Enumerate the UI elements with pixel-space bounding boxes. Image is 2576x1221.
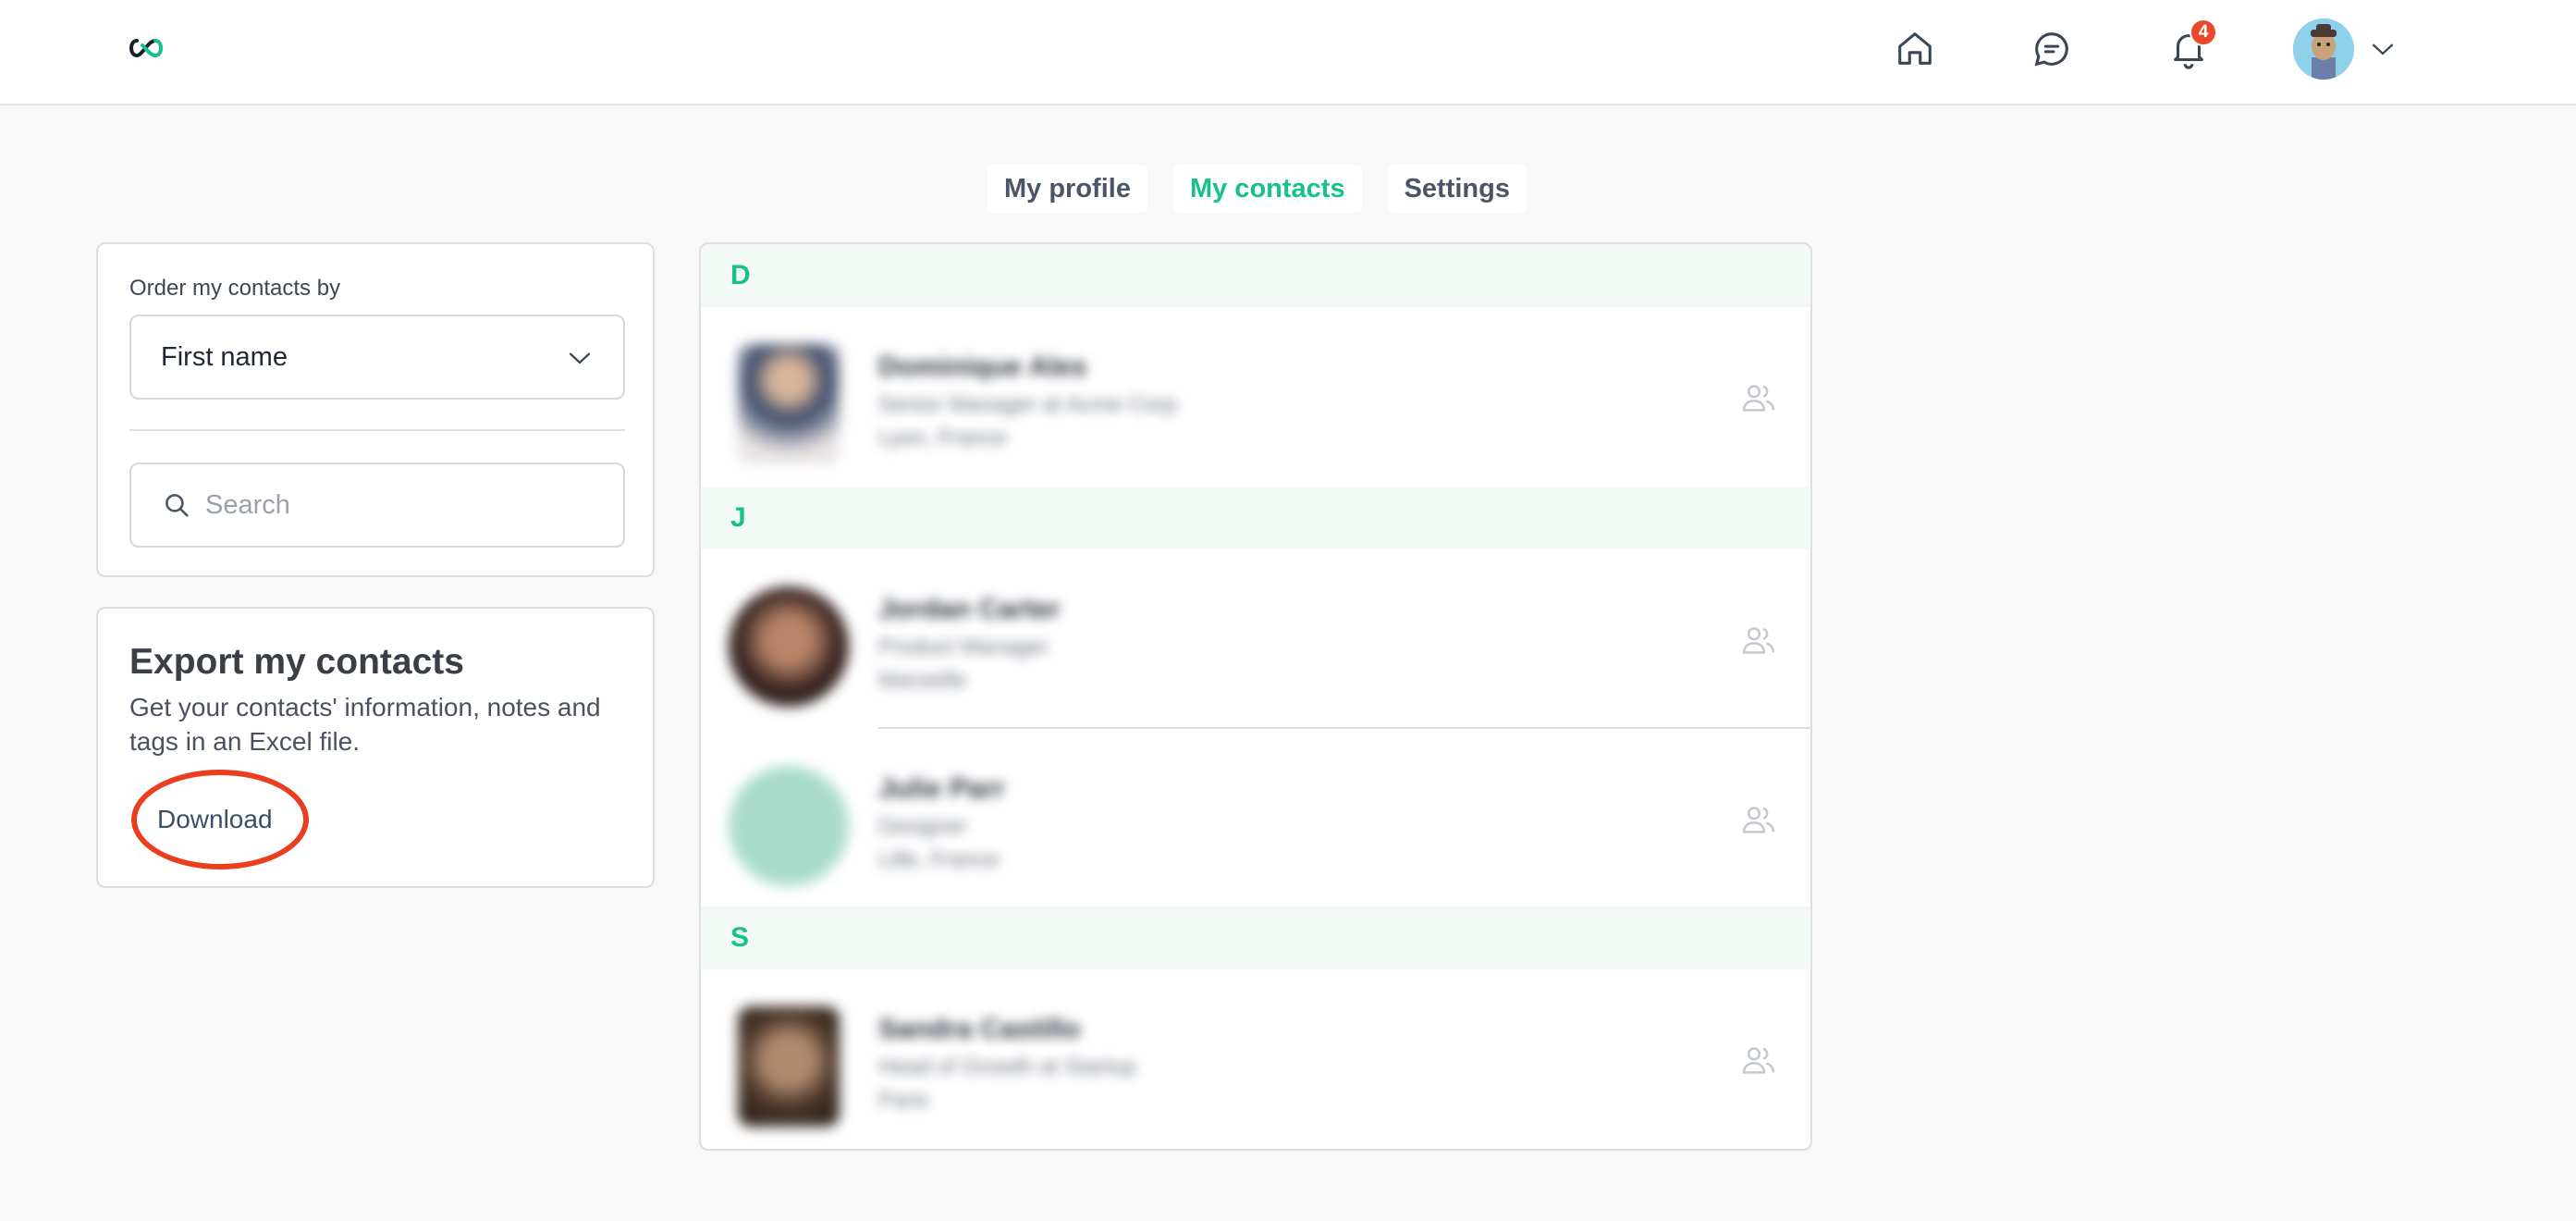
export-description: Get your contacts' information, notes an…	[129, 693, 601, 756]
chevron-down-icon	[569, 352, 591, 364]
messages-button[interactable]	[2027, 24, 2077, 74]
notification-count-badge: 4	[2190, 18, 2217, 46]
letter-header-d: D	[701, 244, 1810, 307]
contact-name: Julie Parr	[878, 773, 1005, 804]
contacts-filter-panel: Order my contacts by First name	[96, 242, 655, 577]
contact-row[interactable]: Jordan Carter Product Manager Marseille	[701, 549, 1810, 731]
contact-location: Marseille	[878, 668, 968, 693]
contacts-list: D Dominique Ales Senior Manager at Acme …	[699, 242, 1812, 1151]
contact-details: Sandra Castillo Head of Growth at Startu…	[878, 1014, 1136, 1121]
order-by-select[interactable]: First name	[129, 314, 625, 400]
contact-details: Jordan Carter Product Manager Marseille	[878, 594, 1061, 701]
contact-row[interactable]: Sandra Castillo Head of Growth at Startu…	[701, 969, 1810, 1149]
search-input[interactable]	[205, 489, 612, 521]
chat-icon	[2034, 32, 2068, 67]
contact-name: Jordan Carter	[878, 594, 1061, 624]
contact-avatar	[729, 586, 849, 707]
download-button[interactable]: Download	[157, 805, 273, 834]
notifications-button[interactable]: 4	[2164, 18, 2217, 74]
avatar	[2293, 18, 2354, 80]
export-contacts-panel: Export my contacts Get your contacts' in…	[96, 607, 655, 888]
contact-location: Lyon, France	[878, 426, 1008, 450]
letter-header-j: J	[701, 487, 1810, 549]
divider	[129, 429, 625, 431]
user-menu-button[interactable]	[2293, 18, 2406, 80]
home-icon	[1898, 32, 1932, 65]
connected-users-icon[interactable]	[1740, 1042, 1777, 1079]
tab-my-contacts[interactable]: My contacts	[1172, 165, 1362, 213]
contact-details: Dominique Ales Senior Manager at Acme Co…	[878, 352, 1177, 459]
top-navbar: 4	[0, 0, 2576, 105]
profile-tabs: My profile My contacts Settings	[987, 165, 1527, 213]
chevron-down-icon	[2372, 43, 2394, 56]
contact-avatar	[729, 766, 849, 886]
search-box	[129, 462, 625, 548]
infinity-logo-icon[interactable]	[126, 30, 166, 67]
connected-users-icon[interactable]	[1740, 379, 1777, 416]
contact-details: Julie Parr Designer Lille, France	[878, 773, 1005, 881]
tab-my-profile[interactable]: My profile	[987, 165, 1147, 213]
connected-users-icon[interactable]	[1740, 801, 1777, 838]
contact-avatar	[738, 344, 840, 464]
contact-position: Senior Manager at Acme Corp	[878, 392, 1177, 417]
contact-location: Lille, France	[878, 847, 1000, 872]
contact-row[interactable]: Dominique Ales Senior Manager at Acme Co…	[701, 307, 1810, 488]
export-title: Export my contacts	[129, 642, 464, 682]
order-by-label: Order my contacts by	[129, 276, 341, 301]
home-button[interactable]	[1890, 24, 1940, 74]
contact-position: Product Manager	[878, 635, 1049, 660]
letter-header-s: S	[701, 906, 1810, 969]
avatar-illustration-icon	[2293, 18, 2354, 80]
contact-name: Sandra Castillo	[878, 1014, 1081, 1044]
contact-name: Dominique Ales	[878, 352, 1087, 382]
connected-users-icon[interactable]	[1740, 622, 1777, 659]
search-icon	[166, 494, 189, 517]
contact-avatar	[738, 1006, 840, 1127]
contact-position: Head of Growth at Startup	[878, 1054, 1136, 1079]
contact-location: Paris	[878, 1088, 929, 1113]
tab-settings[interactable]: Settings	[1387, 165, 1527, 213]
order-by-value: First name	[161, 341, 288, 372]
contact-position: Designer	[878, 814, 968, 839]
contact-row[interactable]: Julie Parr Designer Lille, France	[701, 729, 1810, 910]
